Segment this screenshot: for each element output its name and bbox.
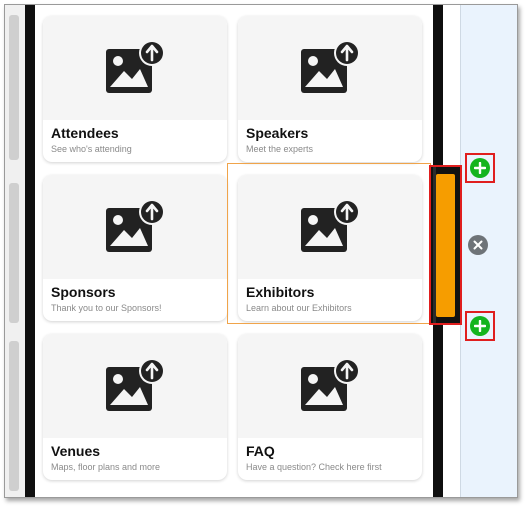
tile-faq[interactable]: FAQ Have a question? Check here first bbox=[238, 334, 422, 480]
image-upload-icon bbox=[106, 199, 165, 252]
tile-speakers[interactable]: Speakers Meet the experts bbox=[238, 16, 422, 162]
image-upload-icon bbox=[301, 40, 360, 93]
tile-image-placeholder bbox=[43, 16, 227, 120]
tile-image-placeholder bbox=[238, 16, 422, 120]
tile-subtitle: Meet the experts bbox=[246, 144, 314, 154]
left-strip-segment bbox=[9, 183, 19, 323]
plus-icon bbox=[470, 158, 490, 178]
tile-image-placeholder bbox=[43, 334, 227, 438]
tile-title: FAQ bbox=[246, 443, 275, 459]
tile-title: Speakers bbox=[246, 125, 309, 141]
add-below-button[interactable] bbox=[465, 311, 495, 341]
tile-subtitle: Maps, floor plans and more bbox=[51, 462, 161, 472]
tile-subtitle: Have a question? Check here first bbox=[246, 462, 382, 472]
image-upload-icon bbox=[301, 358, 360, 411]
tile-title: Venues bbox=[51, 443, 101, 459]
tile-subtitle: Thank you to our Sponsors! bbox=[51, 303, 162, 313]
tile-title: Attendees bbox=[51, 125, 119, 141]
remove-button[interactable] bbox=[468, 235, 488, 255]
tile-sponsors[interactable]: Sponsors Thank you to our Sponsors! bbox=[43, 175, 227, 321]
close-icon bbox=[473, 240, 483, 250]
tile-image-placeholder bbox=[43, 175, 227, 279]
tile-attendees[interactable]: Attendees See who's attending bbox=[43, 16, 227, 162]
handle-bar bbox=[436, 174, 455, 317]
selected-tile-outline bbox=[227, 163, 431, 324]
left-strip-segment bbox=[9, 15, 19, 160]
selection-resize-handle[interactable] bbox=[429, 165, 462, 325]
right-action-panel bbox=[460, 5, 517, 497]
tile-title: Sponsors bbox=[51, 284, 116, 300]
tile-subtitle: See who's attending bbox=[51, 144, 132, 154]
tile-venues[interactable]: Venues Maps, floor plans and more bbox=[43, 334, 227, 480]
left-strip-segment bbox=[9, 341, 19, 491]
image-upload-icon bbox=[106, 358, 165, 411]
add-above-button[interactable] bbox=[465, 153, 495, 183]
plus-icon bbox=[470, 316, 490, 336]
image-upload-icon bbox=[106, 40, 165, 93]
phone-bezel-left bbox=[25, 5, 35, 497]
tile-image-placeholder bbox=[238, 334, 422, 438]
